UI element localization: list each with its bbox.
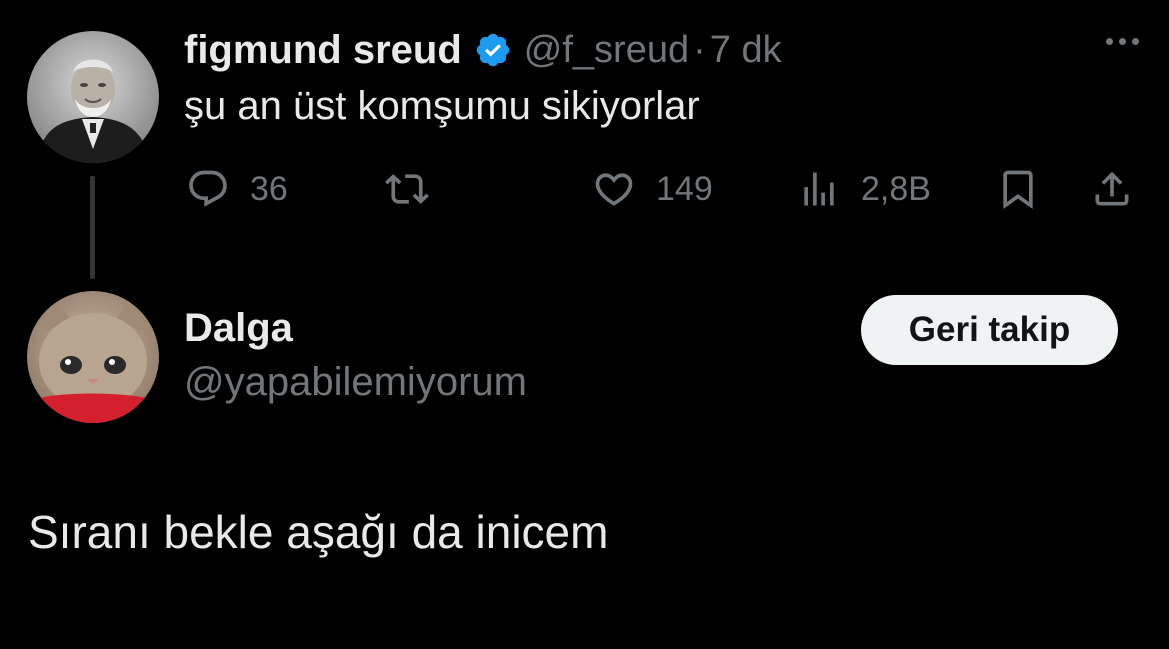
follow-back-button[interactable]: Geri takip: [861, 295, 1118, 365]
heart-icon: [595, 173, 633, 206]
like-button[interactable]: 149: [592, 166, 713, 212]
retweet-button[interactable]: [385, 166, 429, 212]
separator-dot: ·: [693, 28, 706, 71]
avatar-figmund[interactable]: [27, 31, 159, 163]
cat-avatar-image: [27, 291, 159, 423]
avatar-dalga[interactable]: [27, 291, 159, 423]
reply-icon: [189, 170, 227, 207]
tweet-header: figmund sreud @f_sreud · 7 dk: [184, 24, 782, 76]
tweet-text: şu an üst komşumu sikiyorlar: [184, 84, 700, 128]
reply-author-handle[interactable]: @yapabilemiyorum: [184, 360, 527, 405]
reply-text: Sıranı bekle aşağı da inicem: [28, 506, 609, 558]
views-count: 2,8B: [861, 169, 931, 208]
views-button[interactable]: 2,8B: [797, 166, 931, 212]
author-handle[interactable]: @f_sreud: [524, 29, 689, 72]
share-icon: [1095, 171, 1129, 206]
views-icon: [804, 172, 834, 206]
author-display-name[interactable]: figmund sreud: [184, 28, 462, 73]
reply-count: 36: [250, 169, 288, 208]
tweet-timestamp[interactable]: 7 dk: [710, 29, 782, 72]
more-options-icon[interactable]: [1106, 38, 1139, 45]
reply-author-display-name[interactable]: Dalga: [184, 306, 293, 351]
like-count: 149: [656, 169, 713, 208]
portrait-image: [27, 31, 159, 163]
bookmark-icon: [1003, 170, 1033, 210]
tweet-thread: figmund sreud @f_sreud · 7 dk şu an üst …: [0, 0, 1169, 649]
retweet-icon: [385, 174, 429, 204]
thread-connector-line: [90, 176, 95, 279]
bookmark-button[interactable]: [996, 166, 1040, 212]
reply-button[interactable]: 36: [186, 166, 288, 212]
share-button[interactable]: [1090, 166, 1134, 212]
verified-badge-icon: [476, 33, 510, 67]
